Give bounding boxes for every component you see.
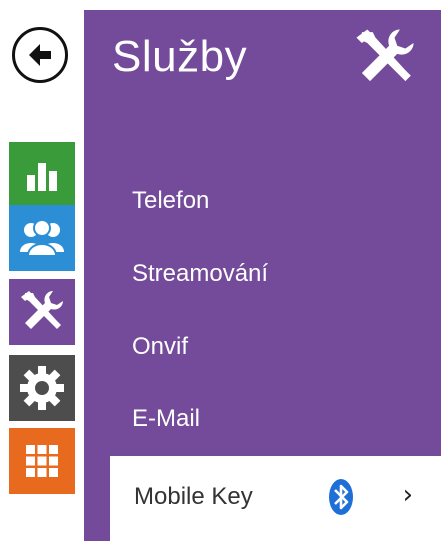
rail-tile-status[interactable] (9, 142, 75, 208)
menu-item-telefon[interactable]: Telefon (132, 187, 209, 215)
menu-item-email[interactable]: E-Mail (132, 405, 200, 433)
users-icon (20, 219, 64, 257)
app-root: Služby Telefon Streamování Onvif E-Mail … (0, 0, 441, 541)
menu-item-mobile-key[interactable]: Mobile Key › (110, 456, 441, 541)
page-title: Služby (112, 32, 248, 81)
bar-chart-icon (27, 163, 57, 191)
rail-tile-system[interactable] (9, 355, 75, 421)
tools-icon (356, 29, 414, 82)
menu-item-label: Mobile Key (134, 483, 253, 510)
menu-item-streamovani[interactable]: Streamování (132, 260, 268, 288)
rail-tile-services[interactable] (9, 279, 75, 345)
rail-tile-users[interactable] (9, 205, 75, 271)
gear-icon (20, 366, 64, 410)
menu-item-onvif[interactable]: Onvif (132, 333, 188, 361)
grid-icon (26, 445, 58, 477)
tools-icon (21, 291, 63, 329)
rail-tile-apps[interactable] (9, 428, 75, 494)
arrow-left-icon (29, 44, 51, 66)
nav-rail (0, 0, 84, 541)
bluetooth-icon (329, 479, 353, 515)
chevron-right-icon: › (402, 480, 413, 510)
back-button[interactable] (12, 27, 68, 83)
